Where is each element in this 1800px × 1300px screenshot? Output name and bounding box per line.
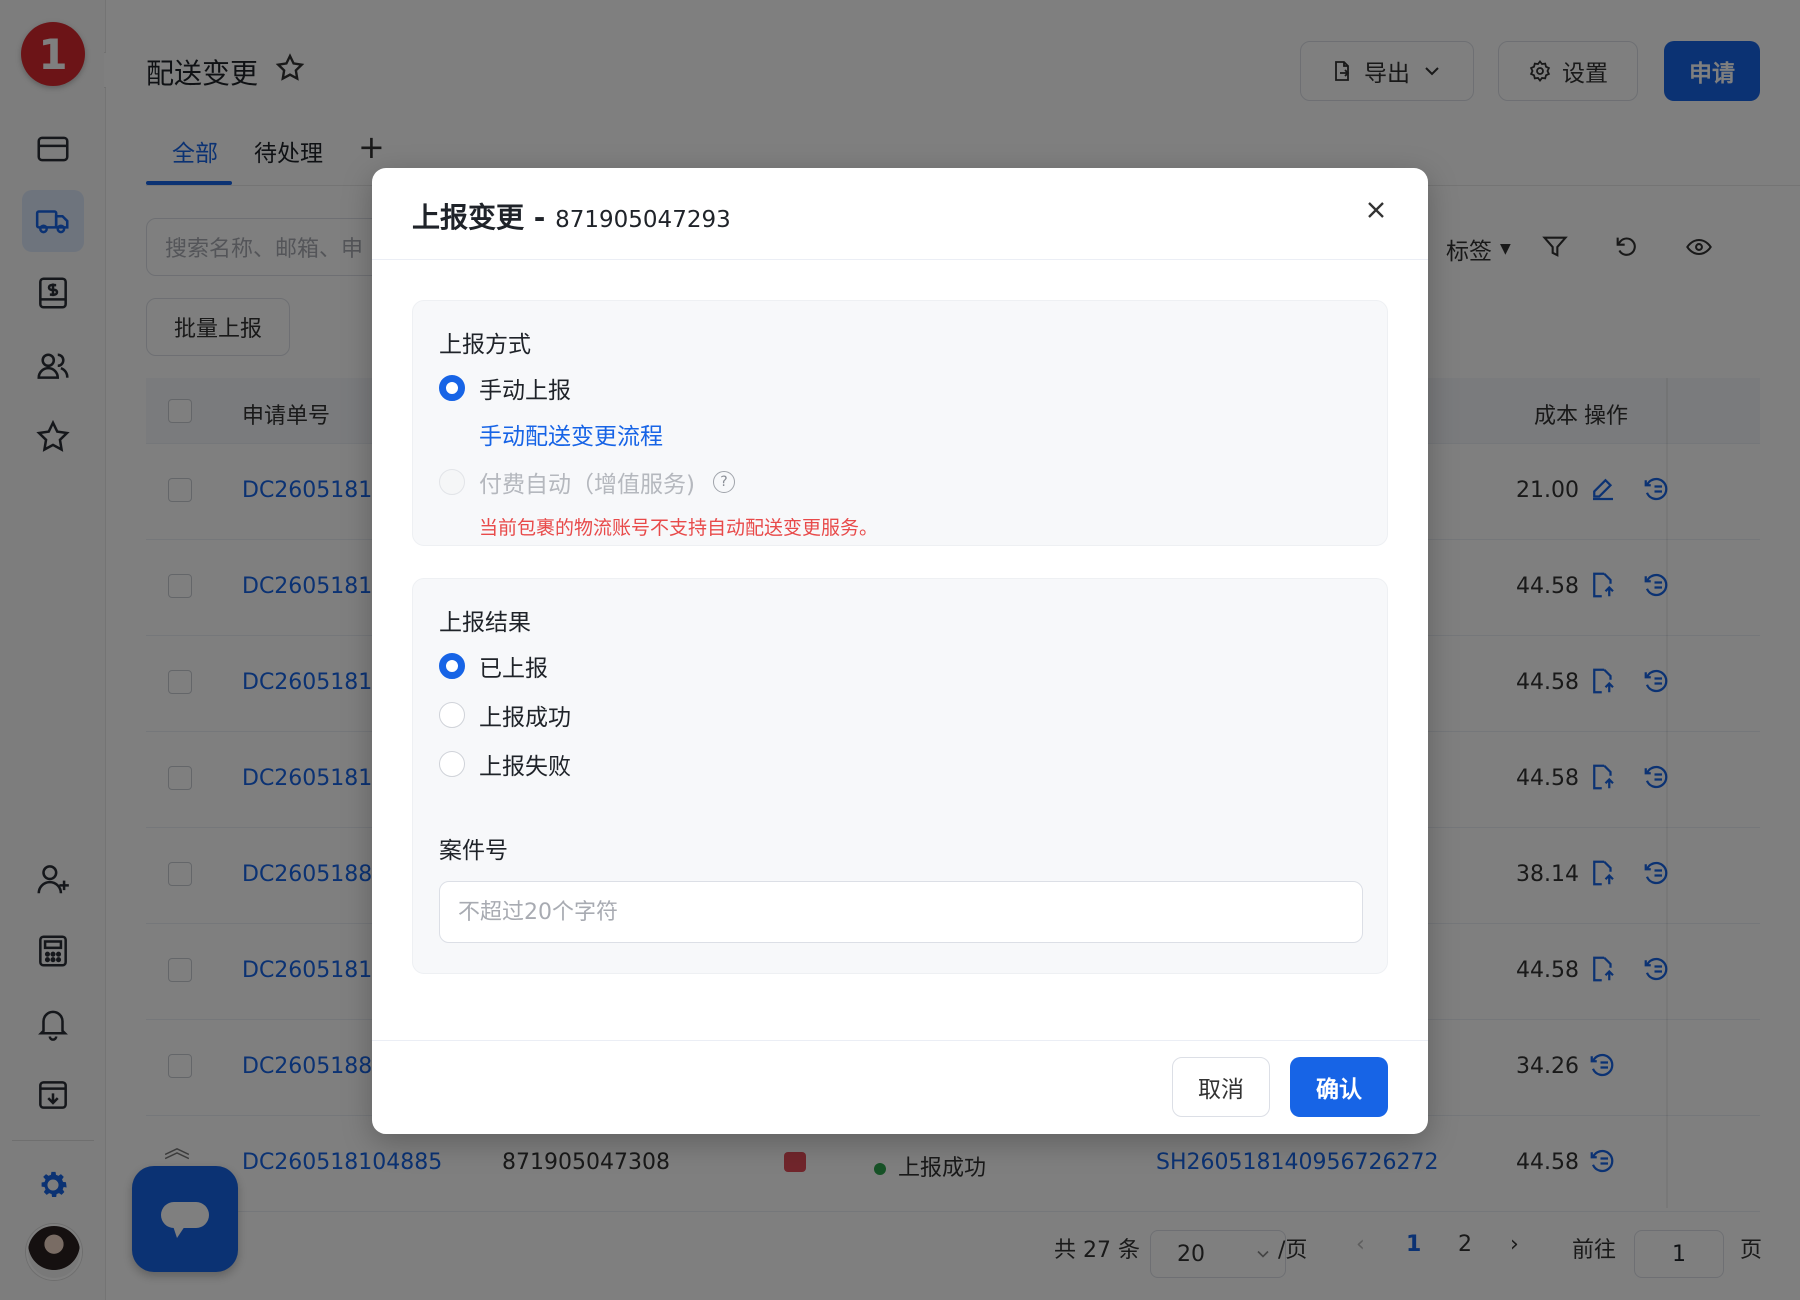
dialog-tracking-no: 871905047293 [555,207,731,233]
radio-paid-auto-report: 付费自动（增值服务) ? [439,465,735,499]
radio-label: 上报成功 [479,705,571,731]
confirm-button[interactable]: 确认 [1290,1057,1388,1117]
dialog-title: 上报变更 - 871905047293 [412,196,731,236]
radio-reported[interactable]: 已上报 [439,649,548,683]
radio-label: 手动上报 [479,378,571,404]
report-result-title: 上报结果 [439,610,531,636]
report-change-dialog: 上报变更 - 871905047293 上报方式 手动上报 手动配送变更流程 付… [372,168,1428,1134]
radio-label: 付费自动（增值服务) [479,472,695,498]
dialog-title-text: 上报变更 - [412,201,556,234]
auto-unsupported-warning: 当前包裹的物流账号不支持自动配送变更服务。 [479,517,879,539]
radio-indicator-disabled [439,469,465,495]
radio-label: 上报失败 [479,754,571,780]
radio-report-success[interactable]: 上报成功 [439,698,571,732]
case-number-input[interactable] [439,881,1363,943]
manual-change-flow-link[interactable]: 手动配送变更流程 [479,417,663,451]
radio-indicator [439,751,465,777]
radio-indicator [439,702,465,728]
report-method-section: 上报方式 手动上报 手动配送变更流程 付费自动（增值服务) ? 当前包裹的物流账… [412,300,1388,546]
cancel-button[interactable]: 取消 [1172,1057,1270,1117]
report-result-section: 上报结果 已上报 上报成功 上报失败 案件号 [412,578,1388,974]
case-number-label: 案件号 [439,838,508,864]
radio-indicator-checked [439,653,465,679]
help-circle-icon[interactable]: ? [712,471,735,493]
radio-indicator-checked [439,375,465,401]
radio-label: 已上报 [479,656,548,682]
radio-manual-report[interactable]: 手动上报 [439,371,571,405]
dialog-footer-divider [372,1040,1428,1041]
report-method-title: 上报方式 [439,332,531,358]
radio-report-failed[interactable]: 上报失败 [439,747,571,781]
close-icon[interactable] [1362,196,1390,224]
dialog-header: 上报变更 - 871905047293 [372,168,1428,260]
